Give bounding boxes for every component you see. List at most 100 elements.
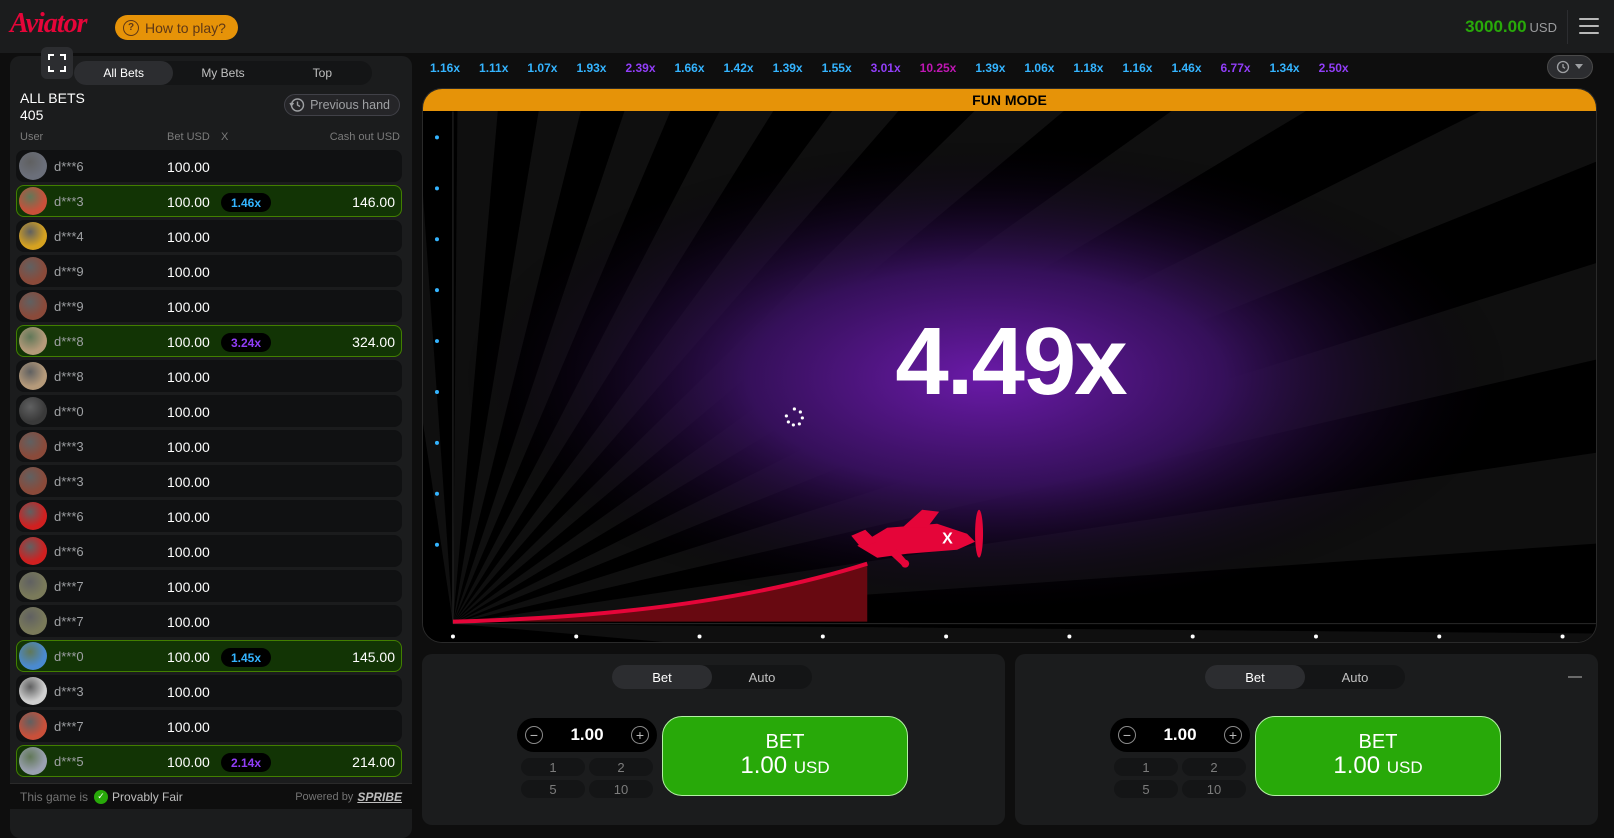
tab-all-bets[interactable]: All Bets (74, 61, 174, 85)
y-axis-dot (434, 186, 439, 191)
table-row: d***3 100.00 1.46x 146.00 (16, 185, 402, 217)
quick-stake-2[interactable]: 2 (1182, 758, 1246, 776)
stake-value[interactable]: 1.00 (1163, 725, 1196, 745)
decrease-stake-button[interactable]: − (1118, 726, 1136, 744)
history-multiplier[interactable]: 2.50x (1311, 56, 1357, 80)
user-name: d***3 (54, 684, 84, 699)
history-multiplier[interactable]: 1.07x (519, 56, 565, 80)
increase-stake-button[interactable]: + (631, 726, 649, 744)
quick-stake-1[interactable]: 1 (1114, 758, 1178, 776)
history-multiplier[interactable]: 2.39x (617, 56, 663, 80)
increase-stake-button[interactable]: + (1224, 726, 1242, 744)
history-multiplier[interactable]: 1.06x (1016, 56, 1062, 80)
decrease-stake-button[interactable]: − (525, 726, 543, 744)
quick-stake-10[interactable]: 10 (589, 780, 653, 798)
table-row: d***0 100.00 (16, 395, 402, 427)
powered-by-label: Powered by (295, 790, 354, 803)
tab-my-bets[interactable]: My Bets (173, 61, 272, 85)
history-multiplier[interactable]: 1.16x (1114, 56, 1160, 80)
bet-amount: 100.00 (167, 474, 210, 490)
bet-amount: 100.00 (167, 299, 210, 315)
history-multiplier[interactable]: 1.66x (667, 56, 713, 80)
column-x: X (221, 131, 229, 143)
cashout-amount: 145.00 (352, 649, 395, 665)
y-axis-dot (434, 542, 439, 547)
aviator-logo: Aviator (10, 8, 87, 39)
y-axis-dot (434, 237, 439, 242)
history-multiplier[interactable]: 1.42x (716, 56, 762, 80)
tab-bet[interactable]: Bet (1205, 665, 1305, 689)
stake-input[interactable]: − 1.00 + (517, 718, 657, 752)
x-axis-dot (1067, 634, 1072, 639)
quick-stake-5[interactable]: 5 (521, 780, 585, 798)
cashout-multiplier: 3.24x (221, 333, 272, 352)
history-multiplier[interactable]: 1.16x (422, 56, 468, 80)
bet-button-label: BET (1358, 731, 1398, 753)
history-multiplier[interactable]: 1.39x (765, 56, 811, 80)
history-multiplier[interactable]: 1.39x (967, 56, 1013, 80)
provably-fair-link[interactable]: Provably Fair (112, 790, 183, 804)
quick-stake-10[interactable]: 10 (1182, 780, 1246, 798)
user-name: d***7 (54, 579, 84, 594)
tab-bet[interactable]: Bet (612, 665, 712, 689)
history-multiplier[interactable]: 1.46x (1163, 56, 1209, 80)
spribe-logo[interactable]: SPRIBE (357, 790, 402, 804)
avatar (19, 292, 47, 320)
avatar (19, 222, 47, 250)
bet-amount: 100.00 (167, 579, 210, 595)
quick-stake-5[interactable]: 5 (1114, 780, 1178, 798)
bet-amount: 100.00 (167, 544, 210, 560)
history-multiplier[interactable]: 3.01x (863, 56, 909, 80)
avatar (19, 187, 47, 215)
user-name: d***0 (54, 404, 84, 419)
how-to-play-button[interactable]: ? How to play? (115, 15, 238, 40)
remove-panel-button[interactable] (1568, 676, 1582, 678)
user-name: d***6 (54, 509, 84, 524)
quick-stake-1[interactable]: 1 (521, 758, 585, 776)
y-axis-dot (434, 491, 439, 496)
history-multiplier[interactable]: 1.93x (568, 56, 614, 80)
table-row: d***7 100.00 (16, 710, 402, 742)
history-multiplier[interactable]: 1.11x (471, 56, 516, 80)
bets-tabs: All Bets My Bets Top (74, 61, 372, 85)
tab-auto[interactable]: Auto (712, 665, 812, 689)
x-axis-dot (697, 634, 702, 639)
table-row: d***3 100.00 (16, 430, 402, 462)
bet-amount: 100.00 (167, 649, 210, 665)
stake-value[interactable]: 1.00 (570, 725, 603, 745)
question-icon: ? (123, 19, 139, 36)
tab-top[interactable]: Top (273, 61, 372, 85)
history-dropdown-button[interactable] (1547, 55, 1593, 79)
history-multiplier[interactable]: 1.18x (1065, 56, 1111, 80)
table-row: d***6 100.00 (16, 535, 402, 567)
avatar (19, 607, 47, 635)
history-multiplier[interactable]: 10.25x (912, 56, 965, 80)
user-name: d***8 (54, 369, 84, 384)
bet-button[interactable]: BET 1.00 USD (662, 716, 908, 796)
quick-stake-2[interactable]: 2 (589, 758, 653, 776)
history-multiplier[interactable]: 1.34x (1262, 56, 1308, 80)
bet-button[interactable]: BET 1.00 USD (1255, 716, 1501, 796)
avatar (19, 537, 47, 565)
table-row: d***9 100.00 (16, 290, 402, 322)
history-multiplier[interactable]: 6.77x (1213, 56, 1259, 80)
history-icon (289, 98, 305, 112)
bet-button-amount: 1.00 (740, 752, 788, 779)
history-multiplier[interactable]: 1.55x (814, 56, 860, 80)
stake-input[interactable]: − 1.00 + (1110, 718, 1250, 752)
menu-icon[interactable] (1579, 18, 1599, 34)
x-axis-dot (1560, 634, 1565, 639)
table-row: d***3 100.00 (16, 465, 402, 497)
tab-auto[interactable]: Auto (1305, 665, 1405, 689)
bet-button-currency: USD (793, 758, 830, 777)
previous-hand-button[interactable]: Previous hand (284, 94, 400, 116)
user-name: d***7 (54, 719, 84, 734)
this-game-is-label: This game is (20, 789, 89, 804)
user-name: d***0 (54, 649, 84, 664)
bet-button-label: BET (765, 731, 805, 753)
x-axis-dot (1437, 634, 1442, 639)
bet-panel-tabs: Bet Auto (612, 665, 812, 689)
fullscreen-button[interactable] (41, 47, 73, 79)
user-name: d***9 (54, 264, 84, 279)
bets-list: d***6 100.00 d***3 100.00 1.46x 146.00 d***4 10… (16, 150, 402, 780)
